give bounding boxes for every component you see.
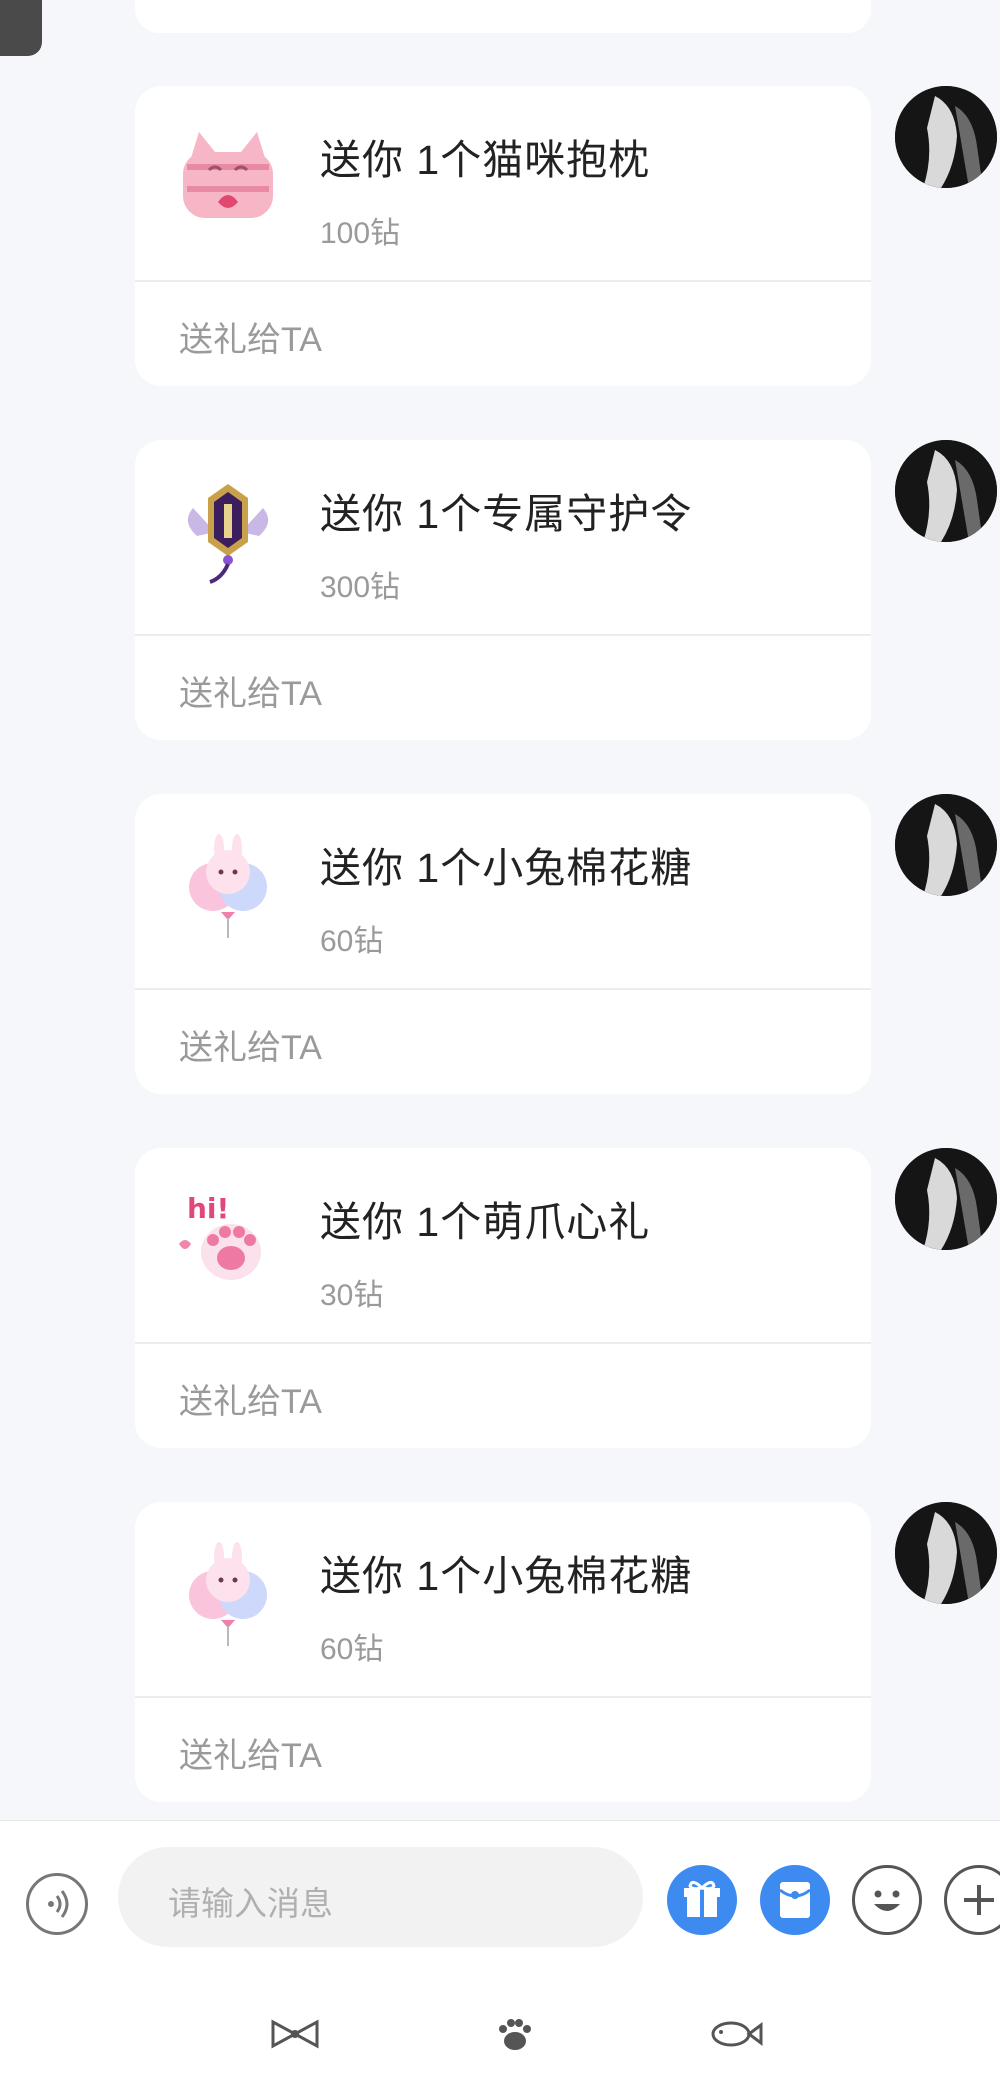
send-gift-back-link[interactable]: 送礼给TA [179,1374,322,1423]
previous-message-card [135,0,871,33]
plus-icon[interactable] [944,1865,1000,1935]
sender-avatar[interactable] [895,440,997,542]
send-gift-back-link[interactable]: 送礼给TA [179,1020,322,1069]
guardian-medal-gift-icon [187,484,269,584]
sender-avatar[interactable] [895,86,997,188]
divider [135,634,871,636]
fish-icon[interactable] [705,2009,765,2059]
cat-pillow-gift-icon [183,132,273,218]
chat-input-bar: 请输入消息 [0,1820,1000,2095]
gift-message: hi! 送你 1个萌爪心礼 30钻 送礼给TA [0,1148,1000,1448]
divider [135,1696,871,1698]
gift-title: 送你 1个专属守护令 [320,491,693,537]
paw-icon[interactable] [485,2009,545,2059]
gift-card: 送你 1个小兔棉花糖 60钻 送礼给TA [135,794,871,1094]
sender-avatar[interactable] [895,794,997,896]
gift-title: 送你 1个萌爪心礼 [320,1199,651,1245]
gift-title: 送你 1个猫咪抱枕 [320,137,651,183]
sender-avatar[interactable] [895,1148,997,1250]
bunny-cotton-candy-gift-icon [189,1542,267,1646]
bow-icon[interactable] [265,2009,325,2059]
svg-text:hi!: hi! [187,1192,229,1225]
gift-message: 送你 1个小兔棉花糖 60钻 送礼给TA [0,1502,1000,1802]
divider [135,1342,871,1344]
message-input-placeholder: 请输入消息 [168,1885,333,1922]
gift-card: 送你 1个小兔棉花糖 60钻 送礼给TA [135,1502,871,1802]
gift-card: 送你 1个专属守护令 300钻 送礼给TA [135,440,871,740]
gift-price: 300钻 [320,571,401,604]
gift-title: 送你 1个小兔棉花糖 [320,1553,693,1599]
gift-icon[interactable] [667,1865,737,1935]
gift-price: 30钻 [320,1279,384,1312]
bunny-cotton-candy-gift-icon [189,834,267,938]
gift-message: 送你 1个小兔棉花糖 60钻 送礼给TA [0,794,1000,1094]
gift-price: 60钻 [320,925,384,958]
gift-message: 送你 1个猫咪抱枕 100钻 送礼给TA [0,86,1000,386]
gift-price: 100钻 [320,217,401,250]
gift-title: 送你 1个小兔棉花糖 [320,845,693,891]
send-gift-back-link[interactable]: 送礼给TA [179,666,322,715]
cute-paw-gift-icon: hi! [179,1192,261,1280]
gift-card: 送你 1个猫咪抱枕 100钻 送礼给TA [135,86,871,386]
red-packet-icon[interactable] [760,1865,830,1935]
gift-message: 送你 1个专属守护令 300钻 送礼给TA [0,440,1000,740]
send-gift-back-link[interactable]: 送礼给TA [179,312,322,361]
message-input[interactable]: 请输入消息 [118,1847,643,1947]
divider [135,280,871,282]
divider [135,988,871,990]
voice-icon[interactable] [26,1873,88,1935]
gift-card: hi! 送你 1个萌爪心礼 30钻 送礼给TA [135,1148,871,1448]
sender-avatar[interactable] [895,1502,997,1604]
gift-price: 60钻 [320,1633,384,1666]
send-gift-back-link[interactable]: 送礼给TA [179,1728,322,1777]
back-tab[interactable] [0,0,42,56]
emoji-icon[interactable] [852,1865,922,1935]
